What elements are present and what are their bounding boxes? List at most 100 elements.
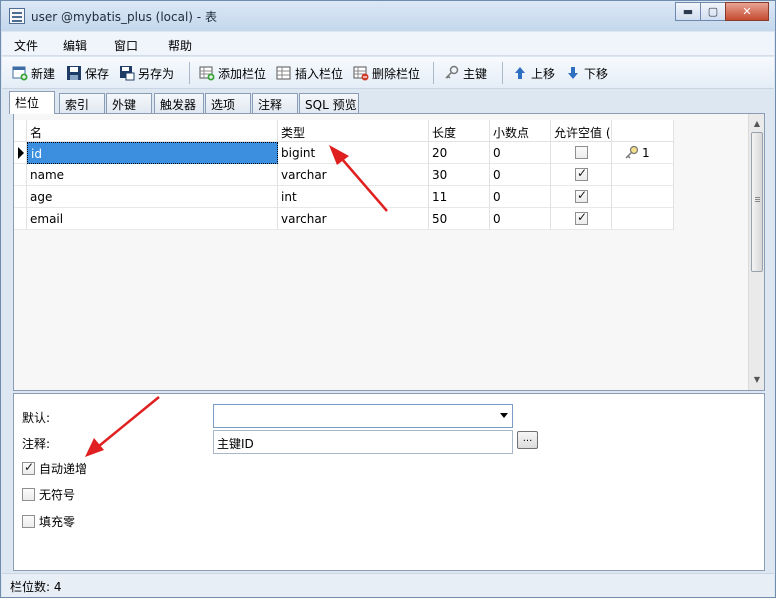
vertical-scrollbar[interactable]: ▲ ▼ xyxy=(748,114,764,390)
tab-triggers[interactable]: 触发器 xyxy=(154,93,204,113)
arrow-up-icon xyxy=(512,65,528,81)
menu-bar: 文件 编辑 窗口 帮助 xyxy=(2,32,774,56)
toolbar-separator xyxy=(502,62,503,84)
zerofill-checkbox[interactable] xyxy=(22,514,35,528)
cell-key[interactable]: 1 xyxy=(612,142,674,164)
primary-key-button[interactable]: 主键 xyxy=(444,63,487,83)
tab-comment[interactable]: 注释 xyxy=(252,93,298,113)
menu-file[interactable]: 文件 xyxy=(14,37,38,54)
menu-window[interactable]: 窗口 xyxy=(114,37,138,54)
cell-type[interactable]: varchar xyxy=(278,164,429,186)
new-table-icon xyxy=(12,65,28,81)
cell-length[interactable]: 50 xyxy=(429,208,490,230)
menu-help[interactable]: 帮助 xyxy=(168,37,192,54)
cell-length[interactable]: 11 xyxy=(429,186,490,208)
comment-input[interactable]: 主键ID xyxy=(213,430,513,454)
key-icon xyxy=(444,65,460,81)
close-button[interactable]: ✕ xyxy=(725,2,769,21)
move-up-button[interactable]: 上移 xyxy=(512,63,555,83)
cell-allow-null[interactable] xyxy=(551,142,612,164)
tab-sql-preview[interactable]: SQL 预览 xyxy=(299,93,359,113)
allow-null-checkbox[interactable] xyxy=(575,188,588,203)
auto-increment-checkbox[interactable] xyxy=(22,460,35,475)
header-name[interactable]: 名 xyxy=(27,120,278,142)
comment-editor-button[interactable]: ... xyxy=(517,431,538,449)
cell-key[interactable] xyxy=(612,186,674,208)
allow-null-checkbox[interactable] xyxy=(575,146,588,159)
arrow-down-icon xyxy=(565,65,581,81)
cell-length[interactable]: 30 xyxy=(429,164,490,186)
scroll-thumb[interactable] xyxy=(751,132,763,272)
zerofill-label: 填充零 xyxy=(39,514,76,529)
table-icon xyxy=(9,8,25,24)
row-indicator xyxy=(14,142,27,164)
unsigned-option[interactable]: 无符号 xyxy=(22,486,75,502)
delete-column-button[interactable]: 删除栏位 xyxy=(353,63,420,83)
column-properties-panel: 默认: 注释: 主键ID ... 自动递增 无符号 填充零 xyxy=(13,393,765,571)
cell-length[interactable]: 20 xyxy=(429,142,490,164)
tab-options[interactable]: 选项 xyxy=(205,93,251,113)
cell-allow-null[interactable] xyxy=(551,186,612,208)
default-select[interactable] xyxy=(213,404,513,428)
allow-null-checkbox[interactable] xyxy=(575,210,588,225)
grid-header: 名 类型 长度 小数点 允许空值 ( xyxy=(14,120,674,142)
menu-edit[interactable]: 编辑 xyxy=(63,37,87,54)
delete-column-icon xyxy=(353,65,369,81)
unsigned-label: 无符号 xyxy=(39,487,76,502)
table-designer-window: user @mybatis_plus (local) - 表 ▬ ▢ ✕ 文件 … xyxy=(0,0,776,598)
cell-decimals[interactable]: 0 xyxy=(490,164,551,186)
allow-null-checkbox[interactable] xyxy=(575,166,588,181)
cell-key[interactable] xyxy=(612,164,674,186)
scroll-up-icon[interactable]: ▲ xyxy=(749,116,765,132)
save-button[interactable]: 保存 xyxy=(66,63,109,83)
tab-foreign-keys[interactable]: 外键 xyxy=(106,93,152,113)
move-down-button[interactable]: 下移 xyxy=(565,63,608,83)
cell-decimals[interactable]: 0 xyxy=(490,142,551,164)
cell-decimals[interactable]: 0 xyxy=(490,186,551,208)
toolbar-separator xyxy=(433,62,434,84)
minimize-button[interactable]: ▬ xyxy=(675,2,701,21)
default-label: 默认: xyxy=(22,411,51,425)
save-as-button[interactable]: 另存为 xyxy=(119,63,174,83)
header-key[interactable] xyxy=(612,120,674,142)
insert-column-button[interactable]: 插入栏位 xyxy=(276,63,343,83)
cell-name[interactable]: id xyxy=(27,142,278,164)
row-indicator xyxy=(14,186,27,208)
header-length[interactable]: 长度 xyxy=(429,120,490,142)
delete-column-label: 删除栏位 xyxy=(372,66,421,81)
add-column-button[interactable]: 添加栏位 xyxy=(199,63,266,83)
table-row[interactable]: id bigint 20 0 1 xyxy=(14,142,674,164)
cell-name[interactable]: age xyxy=(27,186,278,208)
table-row[interactable]: age int 11 0 xyxy=(14,186,674,208)
cell-name[interactable]: name xyxy=(27,164,278,186)
new-button[interactable]: 新建 xyxy=(12,63,55,83)
cell-type[interactable]: varchar xyxy=(278,208,429,230)
unsigned-checkbox[interactable] xyxy=(22,487,35,501)
table-row[interactable]: name varchar 30 0 xyxy=(14,164,674,186)
tab-columns[interactable]: 栏位 xyxy=(9,91,55,114)
title-bar: user @mybatis_plus (local) - 表 ▬ ▢ ✕ xyxy=(1,1,775,31)
save-icon xyxy=(66,65,82,81)
table-row[interactable]: email varchar 50 0 xyxy=(14,208,674,230)
auto-increment-label: 自动递增 xyxy=(39,461,88,476)
scroll-down-icon[interactable]: ▼ xyxy=(749,372,765,388)
insert-column-label: 插入栏位 xyxy=(295,66,344,81)
header-type[interactable]: 类型 xyxy=(278,120,429,142)
toolbar: 新建 保存 另存为 添加栏位 插入栏位 删除栏位 主键 上移 下移 xyxy=(2,57,774,89)
maximize-button[interactable]: ▢ xyxy=(700,2,726,21)
tab-indexes[interactable]: 索引 xyxy=(59,93,105,113)
cell-allow-null[interactable] xyxy=(551,208,612,230)
header-corner xyxy=(14,120,27,142)
cell-key[interactable] xyxy=(612,208,674,230)
header-allow-null[interactable]: 允许空值 ( xyxy=(551,120,612,142)
toolbar-separator xyxy=(189,62,190,84)
auto-increment-option[interactable]: 自动递增 xyxy=(22,460,87,476)
header-decimals[interactable]: 小数点 xyxy=(490,120,551,142)
grip-icon xyxy=(755,197,760,198)
cell-name[interactable]: email xyxy=(27,208,278,230)
cell-allow-null[interactable] xyxy=(551,164,612,186)
cell-decimals[interactable]: 0 xyxy=(490,208,551,230)
cell-type[interactable]: int xyxy=(278,186,429,208)
zerofill-option[interactable]: 填充零 xyxy=(22,513,75,529)
cell-type[interactable]: bigint xyxy=(278,142,429,164)
